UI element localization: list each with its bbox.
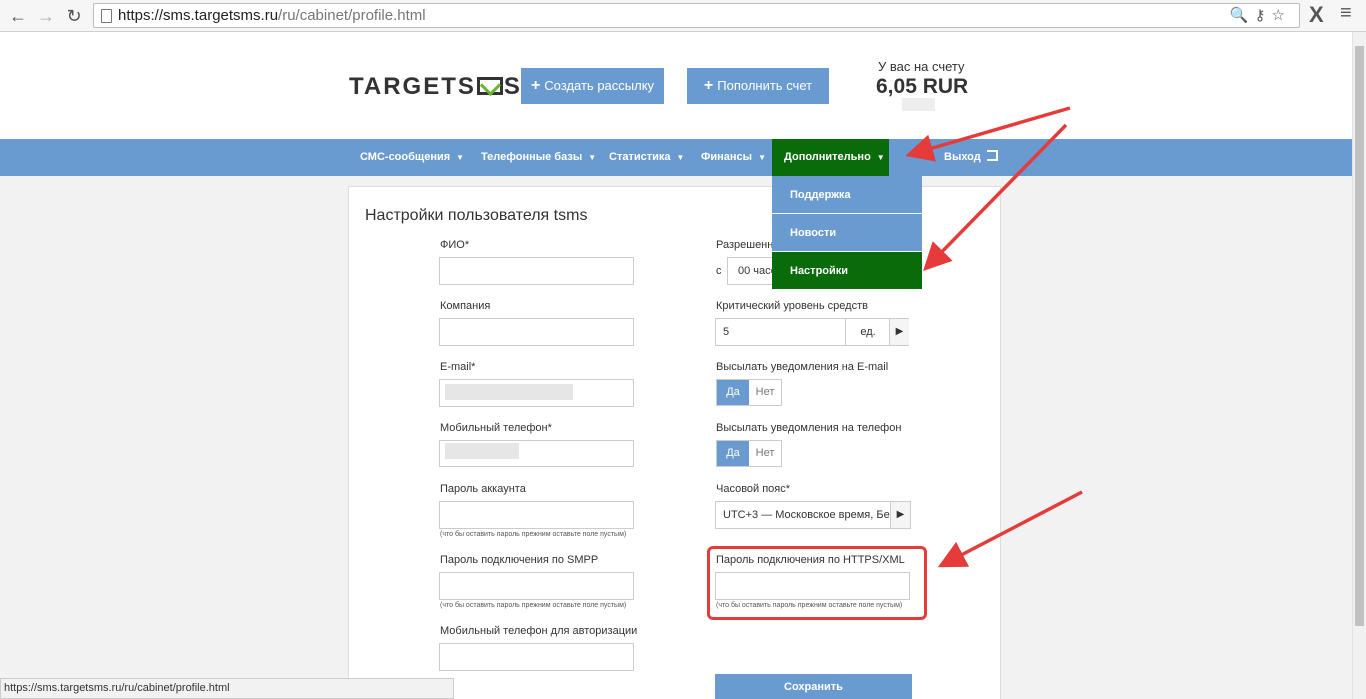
arrow-to-settings xyxy=(923,123,1068,272)
status-bar-url: https://sms.targetsms.ru/ru/cabinet/prof… xyxy=(0,678,454,699)
scrollbar-thumb[interactable] xyxy=(1355,46,1364,626)
arrow-to-https-field xyxy=(937,490,1083,568)
annotation-arrows xyxy=(905,106,1083,568)
page-scrollbar[interactable] xyxy=(1352,32,1366,699)
